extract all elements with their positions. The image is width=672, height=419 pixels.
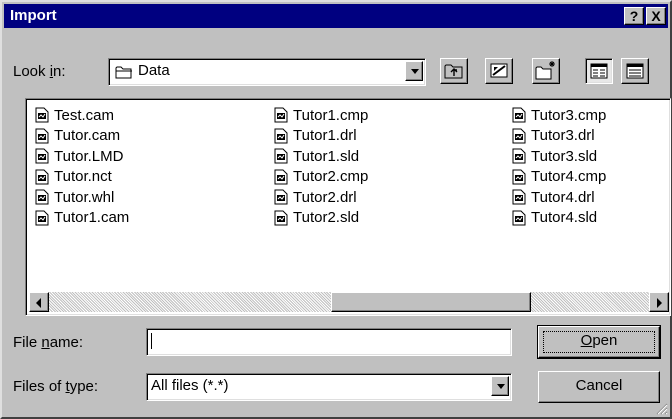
arrow-left-icon bbox=[36, 298, 41, 308]
file-name-text: Tutor.nct bbox=[54, 168, 112, 185]
file-name-input[interactable] bbox=[146, 328, 512, 356]
desktop-button[interactable] bbox=[485, 58, 513, 84]
file-name-text: Tutor.LMD bbox=[54, 147, 124, 165]
file-type-value: All files (*.*) bbox=[151, 377, 229, 394]
file-icon bbox=[512, 210, 526, 225]
file-icon bbox=[512, 148, 526, 164]
help-button[interactable]: ? bbox=[624, 7, 644, 25]
focus-rect bbox=[543, 331, 655, 353]
file-name-text: Tutor2.drl bbox=[293, 188, 357, 206]
file-icon bbox=[35, 148, 49, 164]
look-in-dropdown[interactable]: Data bbox=[108, 58, 426, 86]
horizontal-scrollbar[interactable] bbox=[29, 292, 669, 312]
file-item[interactable]: Tutor.whl bbox=[35, 187, 114, 207]
file-item[interactable]: Tutor2.drl bbox=[274, 187, 357, 207]
file-item[interactable]: Tutor4.drl bbox=[512, 187, 595, 207]
chevron-down-icon bbox=[411, 69, 419, 74]
file-item[interactable]: Tutor1.cmp bbox=[274, 105, 368, 125]
file-item[interactable]: Tutor3.sld bbox=[512, 146, 597, 166]
new-folder-icon bbox=[535, 61, 555, 80]
file-icon bbox=[35, 189, 49, 205]
list-view-button[interactable] bbox=[585, 58, 613, 84]
file-name-text: Tutor4.drl bbox=[531, 188, 595, 206]
file-item[interactable]: Tutor2.cmp bbox=[274, 167, 368, 187]
file-icon bbox=[274, 169, 288, 184]
file-icon bbox=[512, 107, 526, 123]
file-list[interactable]: Test.cam Tutor.cam Tutor.LMD Tutor.nct Tutor… bbox=[25, 98, 671, 316]
scrollbar-thumb[interactable] bbox=[331, 292, 531, 312]
file-item[interactable]: Tutor.LMD bbox=[35, 146, 123, 166]
file-name-text: Tutor4.sld bbox=[531, 209, 598, 226]
chevron-down-icon bbox=[497, 384, 505, 389]
file-name-text: Tutor1.cam bbox=[54, 209, 130, 226]
file-type-label: Files of type: bbox=[13, 378, 99, 395]
file-item[interactable]: Tutor1.cam bbox=[35, 208, 129, 228]
scroll-left-button[interactable] bbox=[29, 292, 49, 312]
file-name-text: Tutor3.sld bbox=[531, 147, 598, 165]
file-item[interactable]: Tutor1.sld bbox=[274, 146, 359, 166]
details-view-button[interactable] bbox=[621, 58, 649, 84]
file-icon bbox=[35, 128, 49, 143]
file-icon bbox=[512, 128, 526, 143]
look-in-value: Data bbox=[138, 62, 170, 79]
file-icon bbox=[274, 107, 288, 123]
file-type-dropdown-arrow[interactable] bbox=[491, 376, 509, 396]
desktop-icon bbox=[490, 63, 508, 78]
file-name-text: Tutor1.cmp bbox=[293, 106, 369, 124]
file-icon bbox=[274, 128, 288, 143]
file-icon bbox=[274, 148, 288, 164]
cancel-button[interactable]: Cancel bbox=[538, 371, 660, 403]
title-bar[interactable]: Import ? X bbox=[4, 4, 668, 28]
look-in-label: Look in: bbox=[13, 63, 66, 80]
file-name-text: Tutor4.cmp bbox=[531, 168, 607, 185]
arrow-right-icon bbox=[657, 298, 662, 308]
file-icon bbox=[512, 169, 526, 184]
dialog-title: Import bbox=[10, 7, 57, 24]
file-name-text: Test.cam bbox=[54, 106, 115, 124]
open-button[interactable]: Open bbox=[537, 325, 661, 359]
file-item[interactable]: Tutor3.cmp bbox=[512, 105, 606, 125]
file-name-text: Tutor3.drl bbox=[531, 127, 595, 144]
details-view-icon bbox=[626, 63, 644, 79]
text-caret bbox=[151, 333, 152, 349]
file-name-label: File name: bbox=[13, 334, 84, 351]
scroll-right-button[interactable] bbox=[649, 292, 669, 312]
file-name-text: Tutor1.drl bbox=[293, 127, 357, 144]
file-item[interactable]: Test.cam bbox=[35, 105, 114, 125]
file-item[interactable]: Tutor.nct bbox=[35, 167, 112, 187]
file-item[interactable]: Tutor.cam bbox=[35, 126, 120, 146]
resize-grip-icon[interactable] bbox=[654, 401, 668, 415]
list-view-icon bbox=[590, 63, 608, 79]
file-icon bbox=[35, 107, 49, 123]
file-item[interactable]: Tutor3.drl bbox=[512, 126, 595, 146]
import-dialog: Import ? X Look in: Data Test.cam Tutor.… bbox=[0, 0, 672, 419]
file-name-text: Tutor2.cmp bbox=[293, 168, 369, 185]
file-name-text: Tutor.cam bbox=[54, 127, 121, 144]
scrollbar-track[interactable] bbox=[49, 292, 649, 312]
file-name-text: Tutor2.sld bbox=[293, 209, 360, 226]
close-button[interactable]: X bbox=[646, 7, 666, 25]
up-one-level-icon bbox=[444, 64, 463, 79]
file-icon bbox=[35, 169, 49, 184]
folder-icon bbox=[115, 66, 132, 79]
file-item[interactable]: Tutor1.drl bbox=[274, 126, 357, 146]
file-item[interactable]: Tutor4.sld bbox=[512, 208, 597, 228]
file-type-dropdown[interactable]: All files (*.*) bbox=[146, 373, 512, 401]
file-item[interactable]: Tutor2.sld bbox=[274, 208, 359, 228]
file-icon bbox=[274, 210, 288, 225]
file-name-text: Tutor3.cmp bbox=[531, 106, 607, 124]
file-icon bbox=[274, 189, 288, 205]
file-name-text: Tutor1.sld bbox=[293, 147, 360, 165]
new-folder-button[interactable] bbox=[532, 58, 560, 84]
file-icon bbox=[512, 189, 526, 205]
look-in-dropdown-arrow[interactable] bbox=[405, 61, 423, 81]
up-one-level-button[interactable] bbox=[440, 58, 468, 84]
file-icon bbox=[35, 210, 49, 225]
file-name-text: Tutor.whl bbox=[54, 188, 115, 206]
file-item[interactable]: Tutor4.cmp bbox=[512, 167, 606, 187]
